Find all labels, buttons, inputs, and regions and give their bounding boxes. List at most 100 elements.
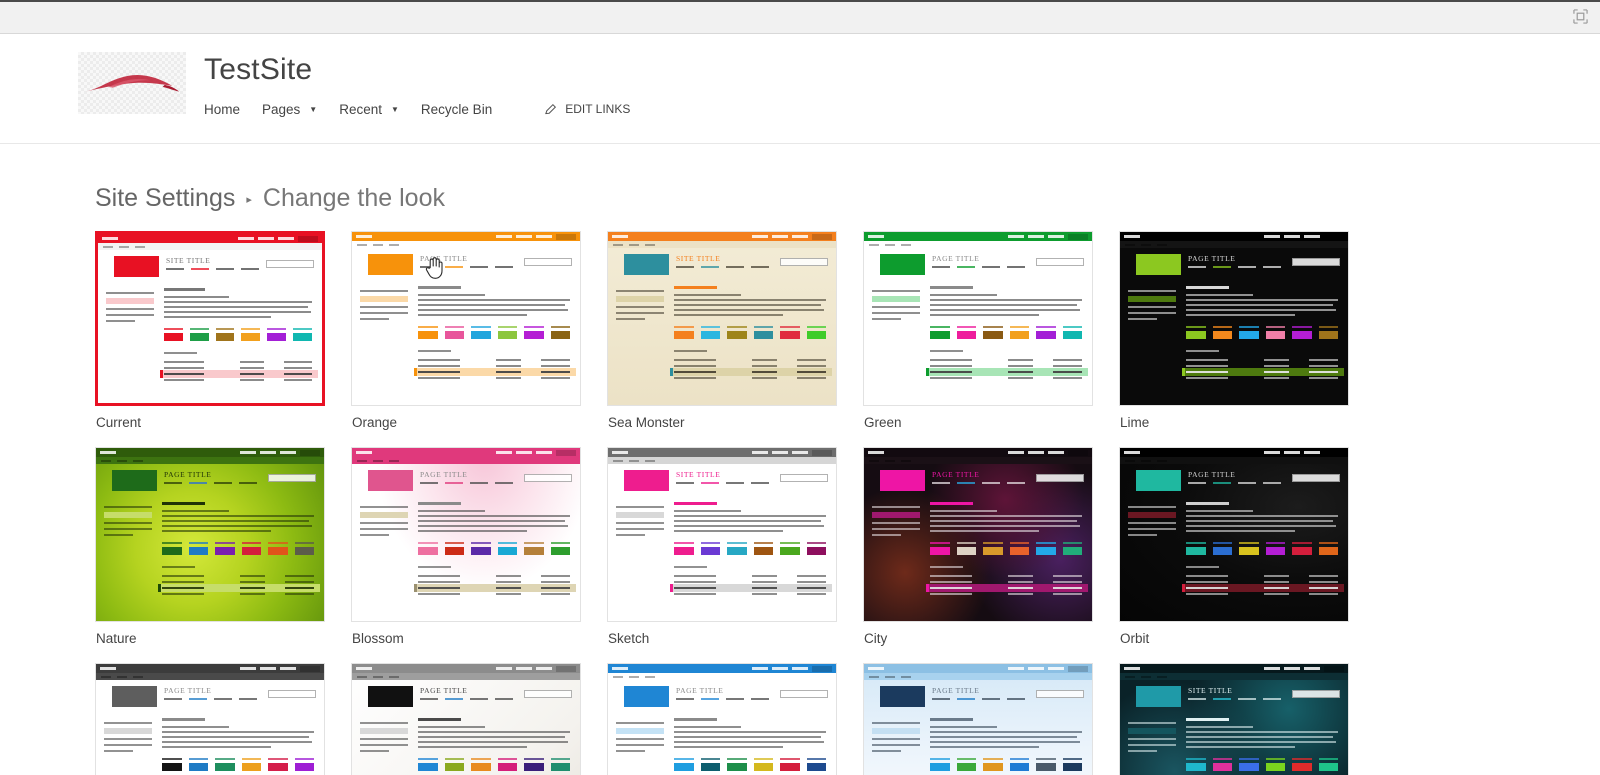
theme-thumbnail[interactable]: PAGE TITLE bbox=[863, 231, 1093, 406]
theme-thumbnail[interactable]: SITE TITLE bbox=[95, 231, 325, 406]
preview-left-nav bbox=[1128, 722, 1176, 752]
preview-body: SITE TITLE bbox=[608, 248, 836, 405]
accent-swatch-3 bbox=[983, 542, 1003, 555]
accent-swatch-1 bbox=[1186, 542, 1206, 555]
preview-logo bbox=[1136, 470, 1181, 491]
focus-frame-icon[interactable] bbox=[1573, 9, 1588, 24]
edit-links-button[interactable]: EDIT LINKS bbox=[514, 102, 630, 116]
preview-body: SITE TITLE bbox=[608, 464, 836, 621]
accent-swatch-2 bbox=[956, 542, 976, 555]
accent-swatch-2 bbox=[188, 542, 208, 555]
preview-accent-swatches bbox=[930, 326, 1082, 339]
theme-card-14[interactable]: SITE TITLE bbox=[1119, 663, 1375, 775]
preview-top-nav bbox=[676, 698, 769, 700]
accent-swatch-3 bbox=[1239, 758, 1259, 771]
preview-content bbox=[158, 502, 320, 597]
preview-ribbon bbox=[608, 673, 836, 680]
preview-ribbon bbox=[96, 673, 324, 680]
theme-thumbnail[interactable]: PAGE TITLE bbox=[95, 447, 325, 622]
theme-card-city[interactable]: PAGE TITLE City bbox=[863, 447, 1119, 646]
theme-card-sea-monster[interactable]: SITE TITLE Sea Monster bbox=[607, 231, 863, 430]
theme-card-10[interactable]: PAGE TITLE bbox=[95, 663, 351, 775]
theme-thumbnail[interactable]: PAGE TITLE bbox=[607, 663, 837, 775]
theme-card-green[interactable]: PAGE TITLE Green bbox=[863, 231, 1119, 430]
preview-logo bbox=[112, 470, 157, 491]
theme-card-12[interactable]: PAGE TITLE bbox=[607, 663, 863, 775]
preview-page-title: PAGE TITLE bbox=[1188, 470, 1236, 479]
breadcrumb-separator-icon: ▸ bbox=[246, 194, 252, 206]
accent-swatch-4 bbox=[1009, 758, 1029, 771]
accent-swatch-1 bbox=[1186, 326, 1206, 339]
breadcrumb-site-settings-link[interactable]: Site Settings bbox=[95, 184, 235, 213]
nav-item-recycle-bin[interactable]: Recycle Bin bbox=[421, 98, 514, 121]
theme-card-current[interactable]: SITE TITLE Current bbox=[95, 231, 351, 430]
theme-card-13[interactable]: PAGE TITLE bbox=[863, 663, 1119, 775]
accent-swatch-4 bbox=[241, 758, 261, 771]
preview-suite-bar bbox=[864, 448, 1092, 457]
chevron-down-icon[interactable]: ▼ bbox=[391, 106, 399, 114]
preview-top-nav bbox=[1188, 698, 1281, 700]
accent-swatch-2 bbox=[700, 758, 720, 771]
site-logo-car-image[interactable] bbox=[78, 52, 186, 114]
theme-name-label: Lime bbox=[1120, 415, 1150, 430]
top-navigation: Home Pages ▼ Recent ▼ Recycle Bin EDIT L… bbox=[204, 98, 630, 121]
theme-thumbnail[interactable]: PAGE TITLE bbox=[351, 447, 581, 622]
preview-accent-swatches bbox=[930, 542, 1082, 555]
accent-swatch-6 bbox=[1318, 326, 1338, 339]
preview-list bbox=[158, 573, 320, 597]
nav-item-home[interactable]: Home bbox=[204, 98, 262, 121]
preview-suite-bar bbox=[864, 664, 1092, 673]
accent-swatch-1 bbox=[418, 326, 438, 339]
theme-card-11[interactable]: PAGE TITLE bbox=[351, 663, 607, 775]
preview-list bbox=[1182, 357, 1344, 381]
nav-item-recent[interactable]: Recent ▼ bbox=[339, 98, 421, 121]
preview-accent-swatches bbox=[418, 758, 570, 771]
accent-swatch-5 bbox=[1036, 758, 1056, 771]
accent-swatch-4 bbox=[753, 542, 773, 555]
theme-thumbnail[interactable]: SITE TITLE bbox=[607, 447, 837, 622]
theme-card-orbit[interactable]: PAGE TITLE Orbit bbox=[1119, 447, 1375, 646]
nav-item-pages-label: Pages bbox=[262, 101, 301, 117]
accent-swatch-1 bbox=[418, 542, 438, 555]
accent-swatch-2 bbox=[1212, 758, 1232, 771]
theme-thumbnail[interactable]: SITE TITLE bbox=[1119, 663, 1349, 775]
theme-thumbnail[interactable]: PAGE TITLE bbox=[863, 663, 1093, 775]
theme-card-orange[interactable]: PAGE TITLE Orange bbox=[351, 231, 607, 430]
theme-thumbnail[interactable]: SITE TITLE bbox=[607, 231, 837, 406]
preview-logo bbox=[368, 470, 413, 491]
preview-search-box bbox=[1292, 258, 1340, 266]
preview-search-box bbox=[780, 474, 828, 482]
preview-content bbox=[1182, 502, 1344, 597]
preview-body: PAGE TITLE bbox=[96, 680, 324, 775]
theme-thumbnail[interactable]: PAGE TITLE bbox=[1119, 231, 1349, 406]
preview-ribbon bbox=[864, 241, 1092, 248]
preview-body: PAGE TITLE bbox=[352, 248, 580, 405]
chevron-down-icon[interactable]: ▼ bbox=[309, 106, 317, 114]
accent-swatch-4 bbox=[1265, 326, 1285, 339]
accent-swatch-3 bbox=[215, 542, 235, 555]
preview-top-nav bbox=[420, 698, 513, 700]
accent-swatch-5 bbox=[524, 542, 544, 555]
theme-thumbnail[interactable]: PAGE TITLE bbox=[863, 447, 1093, 622]
theme-thumbnail[interactable]: PAGE TITLE bbox=[1119, 447, 1349, 622]
preview-left-nav bbox=[616, 722, 664, 752]
preview-search-box bbox=[1292, 474, 1340, 482]
preview-list bbox=[670, 573, 832, 597]
theme-thumbnail[interactable]: PAGE TITLE bbox=[351, 663, 581, 775]
preview-left-nav bbox=[872, 290, 920, 320]
accent-swatch-4 bbox=[241, 328, 261, 341]
theme-preview: SITE TITLE bbox=[608, 448, 836, 621]
nav-item-pages[interactable]: Pages ▼ bbox=[262, 98, 339, 121]
preview-logo bbox=[624, 254, 669, 275]
theme-card-lime[interactable]: PAGE TITLE Lime bbox=[1119, 231, 1375, 430]
theme-card-nature[interactable]: PAGE TITLE Nature bbox=[95, 447, 351, 646]
accent-swatch-2 bbox=[956, 326, 976, 339]
theme-card-blossom[interactable]: PAGE TITLE Blossom bbox=[351, 447, 607, 646]
accent-swatch-2 bbox=[1212, 326, 1232, 339]
preview-top-nav bbox=[932, 698, 1025, 700]
accent-swatch-3 bbox=[215, 758, 235, 771]
preview-accent-swatches bbox=[930, 758, 1082, 771]
theme-thumbnail[interactable]: PAGE TITLE bbox=[95, 663, 325, 775]
theme-thumbnail[interactable]: PAGE TITLE bbox=[351, 231, 581, 406]
theme-card-sketch[interactable]: SITE TITLE Sketch bbox=[607, 447, 863, 646]
